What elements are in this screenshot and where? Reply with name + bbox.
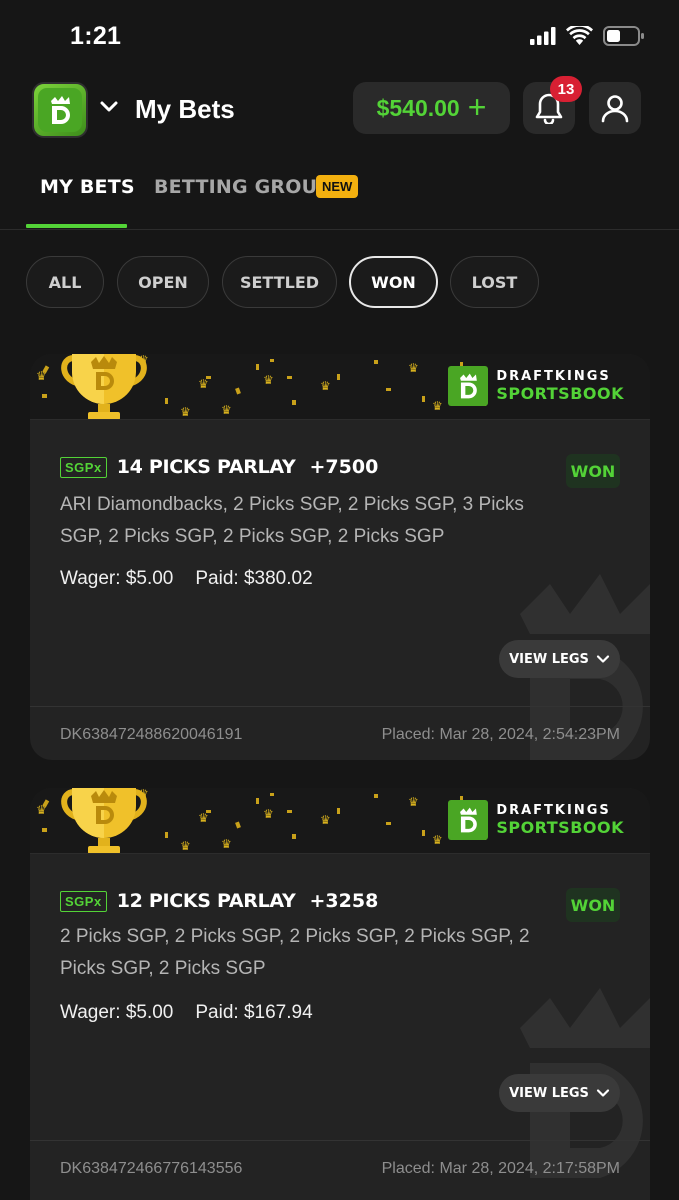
won-banner: ♛ ♛ ♛ ♛ ♛ ♛ ♛ ♛ ♛ DRAFTKINGS SPORTSBOOK [30, 354, 650, 420]
status-badge: WON [566, 888, 620, 922]
bet-amounts: Wager: $5.00 Paid: $167.94 [60, 1002, 313, 1024]
svg-text:♛: ♛ [408, 795, 419, 809]
bet-id: DK638472488620046191 [60, 725, 243, 743]
bet-header: SGPx 14 PICKS PARLAY +7500 [60, 456, 378, 478]
paid-amount: Paid: $167.94 [195, 1002, 313, 1023]
svg-text:♛: ♛ [221, 403, 232, 417]
status-badge: WON [566, 454, 620, 488]
bet-odds: +7500 [309, 456, 379, 478]
filter-settled[interactable]: SETTLED [222, 256, 337, 308]
svg-text:♛: ♛ [263, 807, 274, 821]
bet-odds: +3258 [309, 890, 379, 912]
svg-text:♛: ♛ [198, 811, 209, 825]
wifi-icon [566, 26, 593, 45]
wager-amount: Wager: $5.00 [60, 568, 174, 589]
draftkings-logo[interactable] [32, 82, 88, 138]
filter-all[interactable]: ALL [26, 256, 104, 308]
svg-text:♛: ♛ [180, 405, 191, 419]
chevron-down-icon [596, 1089, 610, 1097]
svg-text:♛: ♛ [320, 813, 331, 827]
status-bar: 1:21 [0, 0, 679, 72]
brand-name: DRAFTKINGS [496, 369, 611, 384]
svg-text:♛: ♛ [320, 379, 331, 393]
bet-legs-summary: 2 Picks SGP, 2 Picks SGP, 2 Picks SGP, 2… [60, 926, 530, 979]
paid-amount: Paid: $380.02 [195, 568, 313, 589]
svg-text:♛: ♛ [36, 369, 47, 383]
filter-won[interactable]: WON [349, 256, 438, 308]
svg-text:♛: ♛ [263, 373, 274, 387]
brand-name: DRAFTKINGS [496, 803, 611, 818]
sgpx-badge: SGPx [60, 456, 107, 478]
status-icons [530, 26, 645, 46]
bet-amounts: Wager: $5.00 Paid: $380.02 [60, 568, 313, 590]
new-badge: NEW [316, 175, 359, 198]
filter-lost[interactable]: LOST [450, 256, 539, 308]
add-funds-icon: + [467, 88, 487, 125]
filter-open[interactable]: OPEN [117, 256, 209, 308]
balance-button[interactable]: $540.00 + [353, 82, 510, 134]
draftkings-sportsbook-logo: DRAFTKINGS SPORTSBOOK [448, 366, 624, 406]
balance-amount: $540.00 [376, 94, 460, 121]
bet-card-footer: DK638472466776143556 Placed: Mar 28, 202… [30, 1140, 650, 1196]
brand-subtitle: SPORTSBOOK [496, 384, 624, 403]
app-header: My Bets $540.00 + 13 [0, 72, 679, 146]
trophy-icon [61, 788, 147, 853]
svg-text:♛: ♛ [432, 399, 443, 413]
svg-text:♛: ♛ [180, 839, 191, 853]
svg-text:♛: ♛ [36, 803, 47, 817]
bet-title: 14 PICKS PARLAY [116, 456, 296, 478]
view-legs-button[interactable]: VIEW LEGS [499, 1074, 620, 1112]
bets-tab-bar: MY BETS BETTING GROUPS NEW [0, 150, 679, 230]
trophy-icon [61, 354, 147, 419]
draftkings-sportsbook-logo: DRAFTKINGS SPORTSBOOK [448, 800, 624, 840]
svg-text:♛: ♛ [432, 833, 443, 847]
view-legs-button[interactable]: VIEW LEGS [499, 640, 620, 678]
bet-card[interactable]: ♛ ♛ ♛ ♛ ♛ ♛ ♛ ♛ ♛ DRAFTKINGS SPORTSBOOK … [30, 354, 650, 760]
user-icon [601, 95, 629, 123]
brand-subtitle: SPORTSBOOK [496, 818, 624, 837]
svg-text:♛: ♛ [221, 837, 232, 851]
notification-count-badge: 13 [550, 76, 582, 102]
profile-button[interactable] [589, 82, 641, 134]
bet-card[interactable]: ♛ ♛ ♛ ♛ ♛ ♛ ♛ ♛ ♛ DRAFTKINGS SPORTSBOOK … [30, 788, 650, 1200]
status-time: 1:21 [70, 22, 122, 50]
svg-text:♛: ♛ [408, 361, 419, 375]
placed-timestamp: Placed: Mar 28, 2024, 2:17:58PM [381, 1159, 620, 1177]
tab-my-bets[interactable]: MY BETS [40, 176, 135, 198]
wager-amount: Wager: $5.00 [60, 1002, 174, 1023]
battery-icon [603, 26, 644, 46]
sgpx-badge: SGPx [60, 890, 107, 912]
bet-legs-summary: ARI Diamondbacks, 2 Picks SGP, 2 Picks S… [60, 494, 524, 547]
page-title: My Bets [135, 94, 235, 124]
bet-filter-bar: ALL OPEN SETTLED WON LOST [0, 256, 679, 308]
placed-timestamp: Placed: Mar 28, 2024, 2:54:23PM [381, 725, 620, 743]
chevron-down-icon [596, 655, 610, 663]
active-tab-indicator [26, 224, 127, 228]
cellular-signal-icon [530, 27, 556, 45]
bet-id: DK638472466776143556 [60, 1159, 243, 1177]
view-legs-label: VIEW LEGS [509, 1085, 589, 1101]
bet-header: SGPx 12 PICKS PARLAY +3258 [60, 890, 378, 912]
draftkings-d-icon [460, 373, 478, 399]
view-legs-label: VIEW LEGS [509, 651, 589, 667]
chevron-down-icon[interactable] [98, 96, 120, 118]
svg-text:♛: ♛ [198, 377, 209, 391]
bet-title: 12 PICKS PARLAY [116, 890, 296, 912]
draftkings-d-icon [51, 96, 70, 124]
won-banner: ♛ ♛ ♛ ♛ ♛ ♛ ♛ ♛ ♛ DRAFTKINGS SPORTSBOOK [30, 788, 650, 854]
bet-card-footer: DK638472488620046191 Placed: Mar 28, 202… [30, 706, 650, 760]
draftkings-d-icon [460, 807, 478, 833]
